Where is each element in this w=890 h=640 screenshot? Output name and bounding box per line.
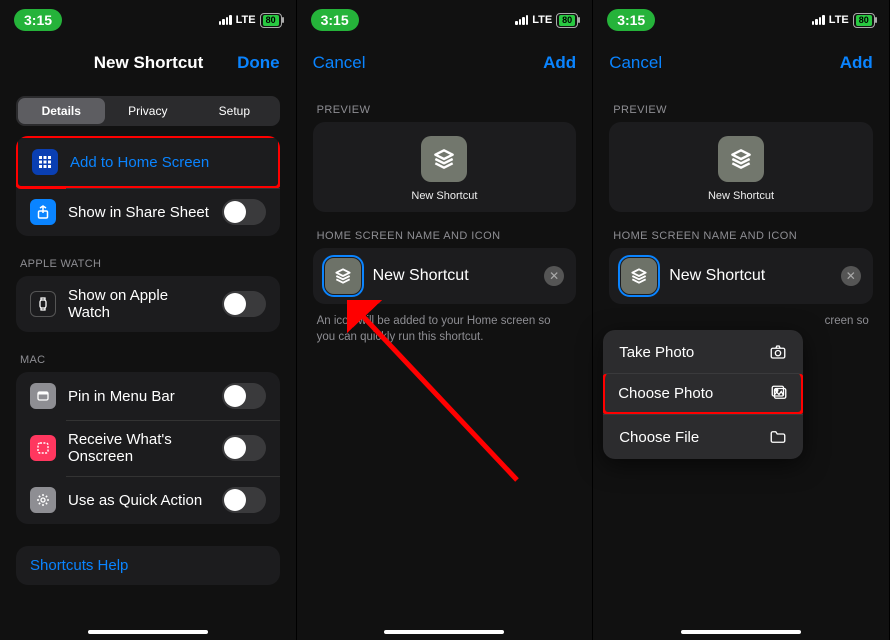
menu-bar-icon bbox=[30, 383, 56, 409]
row-apple-watch[interactable]: Show on Apple Watch bbox=[16, 276, 280, 332]
status-bar: 3:15 LTE 80 bbox=[0, 0, 296, 40]
preview-card: New Shortcut bbox=[609, 122, 873, 212]
network-label: LTE bbox=[829, 14, 849, 26]
group-main: Add to Home Screen Show in Share Sheet bbox=[16, 136, 280, 236]
toggle-receive[interactable] bbox=[222, 435, 266, 461]
menu-choose-file-label: Choose File bbox=[619, 429, 699, 446]
section-header: HOME SCREEN NAME AND ICON bbox=[613, 230, 869, 242]
clear-name-button[interactable]: ✕ bbox=[841, 266, 861, 286]
tab-details[interactable]: Details bbox=[18, 98, 105, 124]
add-button[interactable]: Add bbox=[840, 53, 873, 73]
hint-text: An icon will be added to your Home scree… bbox=[317, 314, 573, 345]
navbar: Cancel Add bbox=[593, 40, 889, 86]
battery-icon: 80 bbox=[260, 13, 282, 28]
header-watch: APPLE WATCH bbox=[20, 258, 280, 270]
status-bar: 3:15 LTE 80 bbox=[297, 0, 593, 40]
toggle-quick[interactable] bbox=[222, 487, 266, 513]
share-icon bbox=[30, 199, 56, 225]
toggle-watch[interactable] bbox=[222, 291, 266, 317]
camera-icon bbox=[769, 343, 787, 361]
help-label: Shortcuts Help bbox=[30, 557, 266, 574]
battery-icon: 80 bbox=[556, 13, 578, 28]
gear-icon bbox=[30, 487, 56, 513]
status-time: 3:15 bbox=[607, 9, 655, 31]
preview-app-icon bbox=[718, 136, 764, 182]
menu-take-photo[interactable]: Take Photo bbox=[603, 330, 803, 374]
menu-choose-photo[interactable]: Choose Photo bbox=[603, 373, 803, 415]
section-header: HOME SCREEN NAME AND ICON bbox=[317, 230, 573, 242]
folder-icon bbox=[769, 428, 787, 446]
navbar: New Shortcut Done bbox=[0, 40, 296, 86]
row-share-sheet[interactable]: Show in Share Sheet bbox=[16, 188, 280, 236]
group-watch: APPLE WATCH Show on Apple Watch bbox=[16, 258, 280, 332]
clear-name-button[interactable]: ✕ bbox=[544, 266, 564, 286]
quick-label: Use as Quick Action bbox=[68, 492, 210, 509]
preview-header: PREVIEW bbox=[317, 104, 573, 116]
group-mac: MAC Pin in Menu Bar Receive What's Onscr… bbox=[16, 354, 280, 524]
nav-title: New Shortcut bbox=[94, 53, 204, 73]
menu-choose-file[interactable]: Choose File bbox=[603, 414, 803, 459]
signal-icon bbox=[812, 15, 825, 25]
tab-privacy[interactable]: Privacy bbox=[105, 98, 192, 124]
icon-picker-button[interactable] bbox=[325, 258, 361, 294]
cancel-button[interactable]: Cancel bbox=[609, 53, 662, 73]
group-help: Shortcuts Help bbox=[16, 546, 280, 585]
shortcut-name-input[interactable]: New Shortcut bbox=[669, 267, 829, 285]
signal-icon bbox=[219, 15, 232, 25]
receive-label: Receive What's Onscreen bbox=[68, 431, 210, 465]
cancel-button[interactable]: Cancel bbox=[313, 53, 366, 73]
screen-add-to-home: 3:15 LTE 80 Cancel Add PREVIEW New Short… bbox=[297, 0, 594, 640]
status-right: LTE 80 bbox=[219, 13, 282, 28]
receive-icon bbox=[30, 435, 56, 461]
preview-card: New Shortcut bbox=[313, 122, 577, 212]
segmented-control[interactable]: Details Privacy Setup bbox=[16, 96, 280, 126]
add-button[interactable]: Add bbox=[543, 53, 576, 73]
home-indicator[interactable] bbox=[88, 630, 208, 634]
screen-details: 3:15 LTE 80 New Shortcut Done Details Pr… bbox=[0, 0, 297, 640]
status-time: 3:15 bbox=[311, 9, 359, 31]
preview-header: PREVIEW bbox=[613, 104, 869, 116]
navbar: Cancel Add bbox=[297, 40, 593, 86]
icon-picker-button[interactable] bbox=[621, 258, 657, 294]
signal-icon bbox=[515, 15, 528, 25]
watch-icon bbox=[30, 291, 56, 317]
screen-icon-menu: 3:15 LTE 80 Cancel Add PREVIEW New Short… bbox=[593, 0, 890, 640]
add-home-label: Add to Home Screen bbox=[70, 154, 264, 171]
row-receive-onscreen[interactable]: Receive What's Onscreen bbox=[16, 420, 280, 476]
status-time: 3:15 bbox=[14, 9, 62, 31]
row-shortcuts-help[interactable]: Shortcuts Help bbox=[16, 546, 280, 585]
toggle-share-sheet[interactable] bbox=[222, 199, 266, 225]
home-grid-icon bbox=[32, 149, 58, 175]
row-add-home-screen[interactable]: Add to Home Screen bbox=[16, 136, 280, 189]
header-mac: MAC bbox=[20, 354, 280, 366]
photo-library-icon bbox=[770, 384, 788, 402]
shortcut-name-input[interactable]: New Shortcut bbox=[373, 267, 533, 285]
status-right: LTE 80 bbox=[515, 13, 578, 28]
preview-app-icon bbox=[421, 136, 467, 182]
name-and-icon-row[interactable]: New Shortcut ✕ bbox=[609, 248, 873, 304]
hint-text-partial: creen so bbox=[613, 314, 869, 330]
icon-source-menu: Take Photo Choose Photo Choose File bbox=[603, 330, 803, 459]
preview-app-label: New Shortcut bbox=[313, 190, 577, 202]
pin-label: Pin in Menu Bar bbox=[68, 388, 210, 405]
share-sheet-label: Show in Share Sheet bbox=[68, 204, 210, 221]
watch-label: Show on Apple Watch bbox=[68, 287, 210, 321]
home-indicator[interactable] bbox=[681, 630, 801, 634]
row-pin-menu-bar[interactable]: Pin in Menu Bar bbox=[16, 372, 280, 420]
battery-icon: 80 bbox=[853, 13, 875, 28]
name-and-icon-row[interactable]: New Shortcut ✕ bbox=[313, 248, 577, 304]
status-right: LTE 80 bbox=[812, 13, 875, 28]
preview-app-label: New Shortcut bbox=[609, 190, 873, 202]
home-indicator[interactable] bbox=[384, 630, 504, 634]
status-bar: 3:15 LTE 80 bbox=[593, 0, 889, 40]
network-label: LTE bbox=[236, 14, 256, 26]
menu-take-photo-label: Take Photo bbox=[619, 344, 694, 361]
done-button[interactable]: Done bbox=[237, 53, 280, 73]
toggle-pin[interactable] bbox=[222, 383, 266, 409]
network-label: LTE bbox=[532, 14, 552, 26]
tab-setup[interactable]: Setup bbox=[191, 98, 278, 124]
row-quick-action[interactable]: Use as Quick Action bbox=[16, 476, 280, 524]
menu-choose-photo-label: Choose Photo bbox=[618, 385, 713, 402]
